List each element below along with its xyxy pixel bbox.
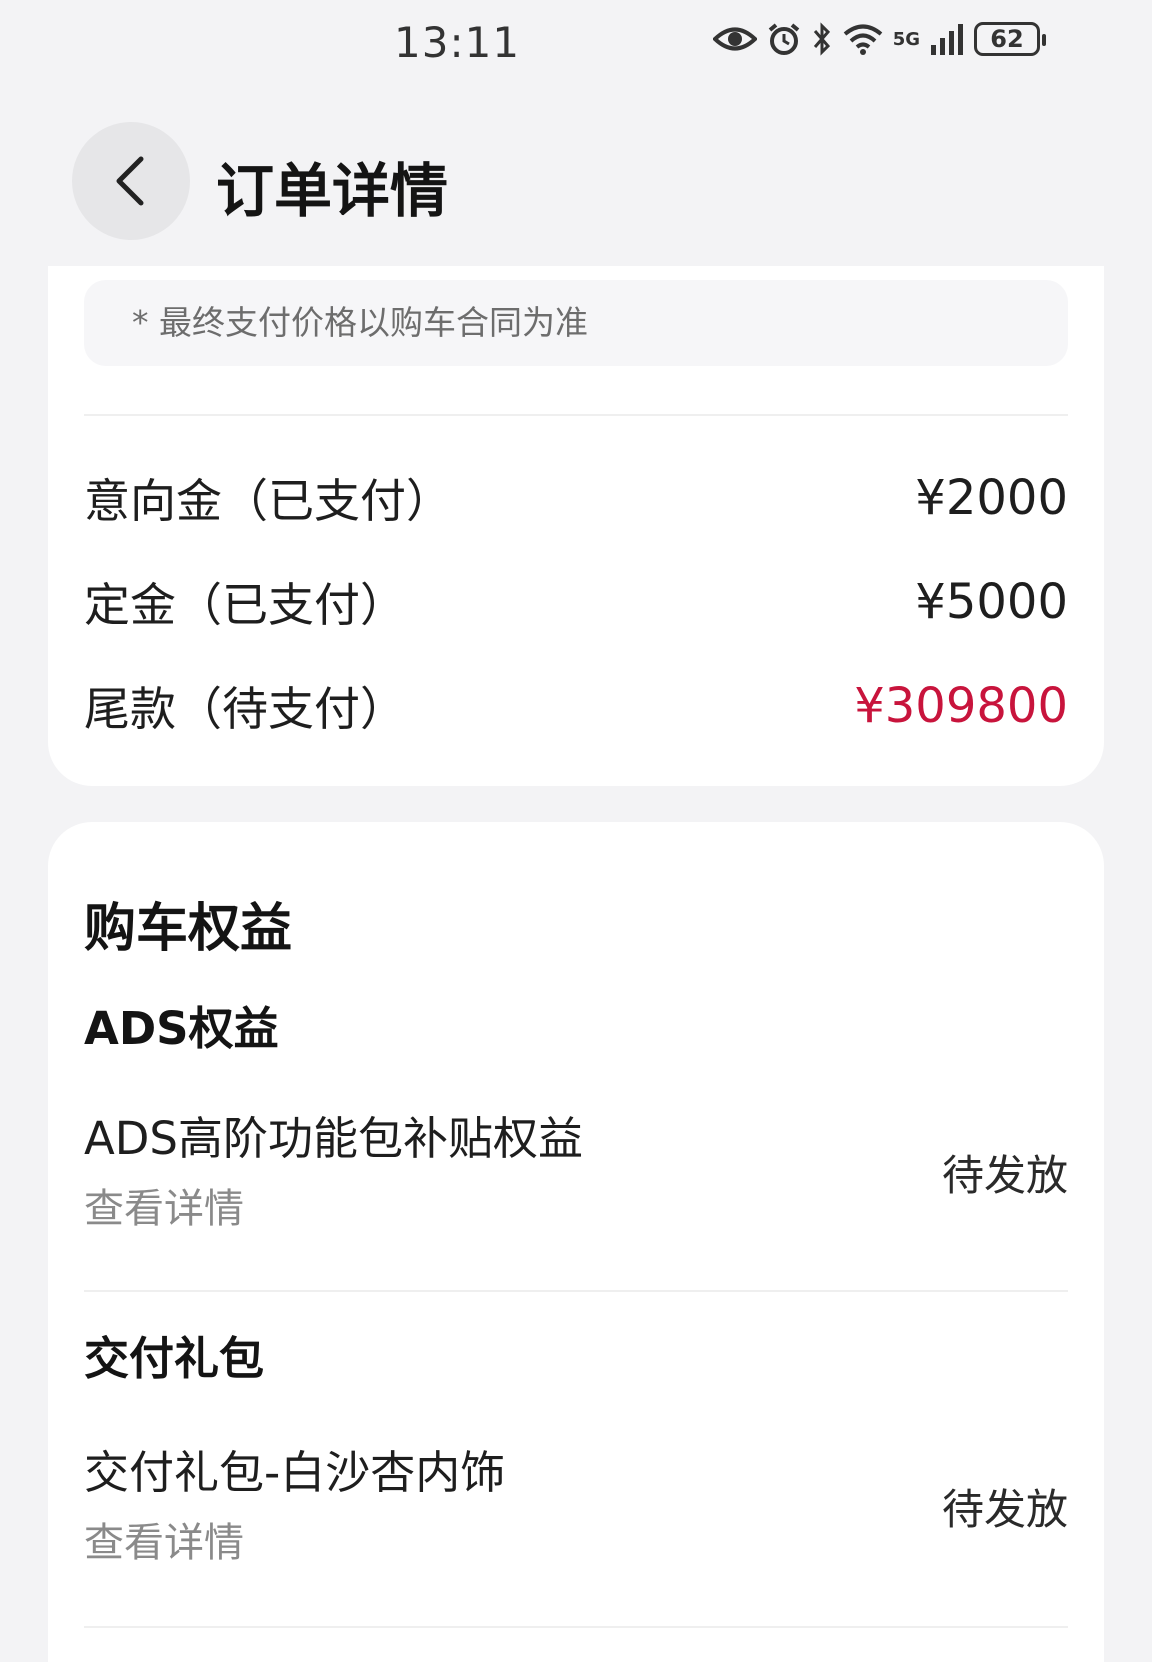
benefit-name: ADS高阶功能包补贴权益: [84, 1112, 583, 1165]
price-notice: * 最终支付价格以购车合同为准: [84, 280, 1068, 366]
payment-row-balance: 尾款（待支付） ¥309800: [84, 676, 1068, 736]
status-time: 13:11: [394, 18, 521, 67]
signal-icon: [931, 24, 963, 55]
payment-label: 尾款（待支付）: [84, 682, 406, 736]
benefits-card: 购车权益 ADS权益 ADS高阶功能包补贴权益 查看详情 待发放 交付礼包 交付…: [48, 822, 1104, 1662]
battery-icon: 62: [974, 22, 1046, 56]
benefit-name: 交付礼包-白沙杏内饰: [84, 1446, 506, 1499]
payment-label: 定金（已支付）: [84, 578, 406, 632]
network-type-label: 5G: [892, 28, 920, 50]
view-details-link[interactable]: 查看详情: [84, 1176, 244, 1234]
bluetooth-icon: [813, 22, 830, 56]
back-button[interactable]: [72, 122, 190, 240]
wifi-icon: [843, 24, 882, 55]
status-bar: 13:11 5G 62: [0, 0, 1152, 92]
benefit-status: 待发放: [941, 1151, 1068, 1200]
payment-card: * 最终支付价格以购车合同为准 意向金（已支付） ¥2000 定金（已支付） ¥…: [48, 266, 1104, 786]
payment-row-intent: 意向金（已支付） ¥2000: [84, 468, 1068, 528]
alarm-icon: [768, 23, 799, 55]
battery-level: 62: [990, 25, 1024, 53]
payment-amount: ¥2000: [915, 470, 1068, 526]
divider: [84, 414, 1068, 416]
status-icons: 5G 62: [712, 22, 1046, 56]
payment-row-deposit: 定金（已支付） ¥5000: [84, 572, 1068, 632]
divider: [84, 1290, 1068, 1292]
section-title: 购车权益: [84, 899, 293, 959]
header: 订单详情: [0, 92, 1152, 262]
view-details-link[interactable]: 查看详情: [84, 1510, 244, 1568]
group-title-ads: ADS权益: [84, 1002, 279, 1055]
payment-amount: ¥5000: [915, 574, 1068, 630]
group-title-delivery: 交付礼包: [84, 1332, 265, 1385]
payment-label: 意向金（已支付）: [84, 474, 452, 528]
payment-amount-due: ¥309800: [854, 678, 1068, 734]
eye-icon: [712, 27, 757, 51]
benefit-status: 待发放: [941, 1485, 1068, 1534]
chevron-left-icon: [116, 156, 144, 206]
divider: [84, 1626, 1068, 1628]
page-title: 订单详情: [216, 157, 449, 225]
